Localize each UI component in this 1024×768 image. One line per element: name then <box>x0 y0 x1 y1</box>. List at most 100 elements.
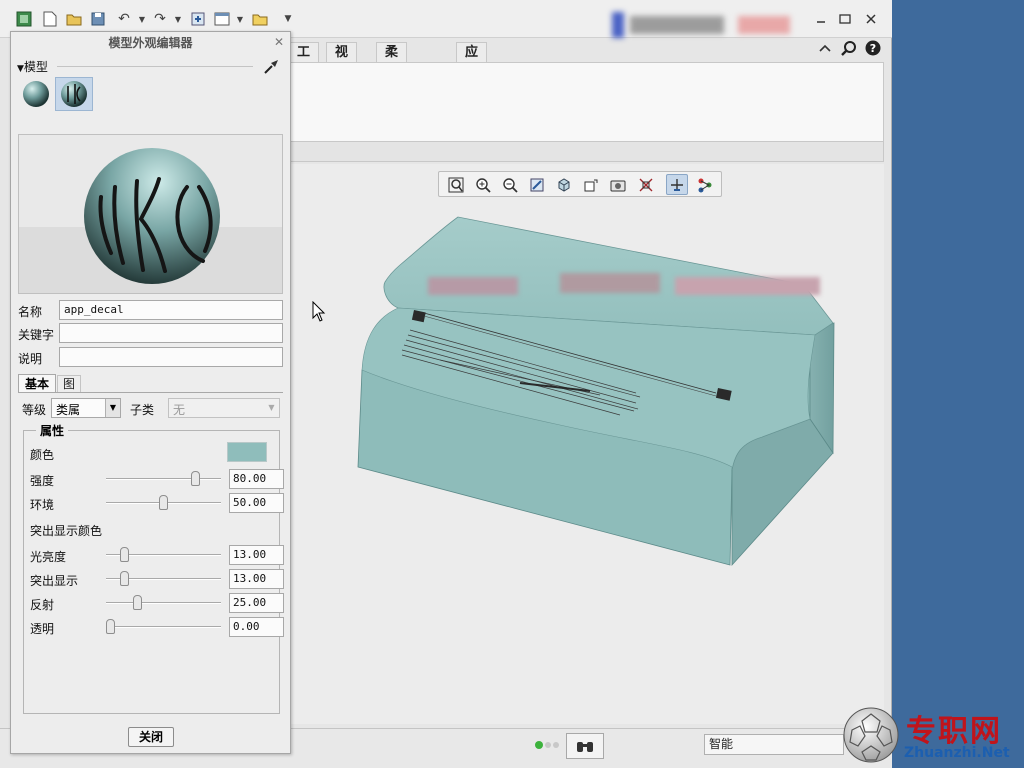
annotation-display-icon[interactable] <box>694 174 716 195</box>
highlight-slider-track[interactable] <box>106 571 221 586</box>
tab-flexible-modeling[interactable]: 柔性建模 <box>376 42 408 120</box>
open-folder-icon[interactable] <box>64 9 84 29</box>
reflection-value-field[interactable]: 25.00 <box>229 593 284 613</box>
redo-dropdown-icon[interactable]: ▼ <box>168 9 188 29</box>
blurred-title-logo <box>612 12 624 38</box>
eyedropper-icon[interactable] <box>263 57 279 78</box>
properties-group: 属性 颜色 强度 80.00 环境 50.00 突出显示颜色 光亮度 13.00… <box>23 422 284 714</box>
transparency-slider-track[interactable] <box>106 619 221 634</box>
ribbon-collapse-icon[interactable] <box>816 39 834 57</box>
find-binoculars-button[interactable] <box>566 733 604 759</box>
windows-dropdown-icon[interactable]: ▼ <box>230 9 250 29</box>
shininess-slider-thumb[interactable] <box>119 547 129 562</box>
ambient-label: 环境 <box>30 498 55 512</box>
blurred-title-text-red <box>738 16 790 34</box>
slider-row-reflection: 反射 25.00 <box>24 591 284 615</box>
datum-display-icon[interactable] <box>666 174 688 195</box>
ambient-slider-track[interactable] <box>106 495 221 510</box>
ribbon-panel <box>286 62 884 142</box>
model-appearance-editor-dialog: 模型外观编辑器 ✕ ▼模型 名称 app_decal 关键字 说明 基本 图 等… <box>10 31 291 754</box>
watermark-logo: 专职网 Zhuanzhi.Net <box>842 704 1024 768</box>
subclass-dropdown-icon[interactable]: ▼ <box>264 399 279 417</box>
tab-basic[interactable]: 基本 <box>18 374 56 393</box>
slider-row-highlight: 突出显示 13.00 <box>24 567 284 591</box>
new-file-icon[interactable] <box>40 9 60 29</box>
description-field[interactable] <box>59 347 283 367</box>
saved-orientations-icon[interactable] <box>580 174 602 195</box>
tab-tools[interactable]: 工具 <box>288 42 320 80</box>
save-icon[interactable] <box>88 9 108 29</box>
subclass-select[interactable]: 无 ▼ <box>168 398 280 418</box>
slider-row-shininess: 光亮度 13.00 <box>24 543 284 567</box>
properties-title: 属性 <box>36 422 69 439</box>
app-logo-icon[interactable] <box>14 9 34 29</box>
undo-dropdown-icon[interactable]: ▼ <box>132 9 152 29</box>
ambient-value-field[interactable]: 50.00 <box>229 493 284 513</box>
section-divider <box>57 66 253 67</box>
reflection-label: 反射 <box>30 598 55 612</box>
minimize-icon[interactable] <box>812 10 830 28</box>
highlight-color-title: 突出显示颜色 <box>30 524 103 538</box>
svg-text:?: ? <box>870 42 876 55</box>
name-field[interactable]: app_decal <box>59 300 283 320</box>
slider-row-ambient: 环境 50.00 <box>24 491 284 515</box>
transparency-label: 透明 <box>30 622 55 636</box>
zoom-in-icon[interactable] <box>472 174 494 195</box>
keyword-field[interactable] <box>59 323 283 343</box>
reflection-slider-track[interactable] <box>106 595 221 610</box>
watermark-english-text: Zhuanzhi.Net <box>904 745 1010 761</box>
subclass-select-value: 无 <box>173 403 186 417</box>
maximize-icon[interactable] <box>836 10 854 28</box>
intensity-value-field[interactable]: 80.00 <box>229 469 284 489</box>
shininess-label: 光亮度 <box>30 550 67 564</box>
windows-icon[interactable] <box>212 9 232 29</box>
color-swatch[interactable] <box>227 442 267 462</box>
highlight-slider-thumb[interactable] <box>119 571 129 586</box>
shininess-value-field[interactable]: 13.00 <box>229 545 284 565</box>
class-select[interactable]: 类属 ▼ <box>51 398 121 418</box>
redo-icon[interactable]: ↷ <box>150 9 170 29</box>
shininess-slider-track[interactable] <box>106 547 221 562</box>
model-section-label[interactable]: ▼模型 <box>17 58 48 75</box>
highlight-label: 突出显示 <box>30 574 79 588</box>
close-window-icon[interactable] <box>862 10 880 28</box>
appearance-preview <box>18 134 283 294</box>
binoculars-icon <box>577 742 593 752</box>
selection-filter-select[interactable]: 智能 <box>704 734 844 755</box>
display-style-icon[interactable] <box>553 174 575 195</box>
zoom-out-icon[interactable] <box>499 174 521 195</box>
repaint-icon[interactable] <box>526 174 548 195</box>
dialog-close-icon[interactable]: ✕ <box>274 35 284 49</box>
close-button[interactable]: 关闭 <box>128 727 174 747</box>
customize-toolbar-icon[interactable]: ▼ <box>278 9 298 29</box>
collapse-triangle-icon: ▼ <box>17 64 24 74</box>
help-icon[interactable]: ? <box>864 39 882 57</box>
blurred-title-text <box>630 16 724 34</box>
tab-map[interactable]: 图 <box>57 375 81 393</box>
tab-applications[interactable]: 应用程序 <box>456 42 488 120</box>
ambient-slider-thumb[interactable] <box>159 495 168 510</box>
ribbon-group-strip <box>286 142 884 162</box>
class-dropdown-icon[interactable]: ▼ <box>105 399 120 417</box>
regenerate-icon[interactable] <box>188 9 208 29</box>
mouse-cursor-icon <box>312 301 326 322</box>
search-icon[interactable] <box>840 39 858 57</box>
highlight-value-field[interactable]: 13.00 <box>229 569 284 589</box>
folder-icon[interactable] <box>250 9 270 29</box>
transparency-value-field[interactable]: 0.00 <box>229 617 284 637</box>
color-label: 颜色 <box>30 448 55 462</box>
class-label: 等级 <box>22 403 47 417</box>
transparency-slider-thumb[interactable] <box>106 619 115 634</box>
perspective-icon[interactable] <box>635 174 657 195</box>
reflection-slider-thumb[interactable] <box>132 595 142 610</box>
appearance-swatch-decal-selected[interactable] <box>55 77 93 111</box>
3d-model[interactable] <box>340 205 840 575</box>
view-toolbar <box>438 171 722 197</box>
appearance-swatch-sphere[interactable] <box>21 79 51 112</box>
refit-icon[interactable] <box>445 174 467 195</box>
intensity-slider-track[interactable] <box>106 471 221 486</box>
undo-icon[interactable]: ↶ <box>114 9 134 29</box>
intensity-slider-thumb[interactable] <box>190 471 200 486</box>
view-manager-icon[interactable] <box>607 174 629 195</box>
tab-view[interactable]: 视图 <box>326 42 358 80</box>
